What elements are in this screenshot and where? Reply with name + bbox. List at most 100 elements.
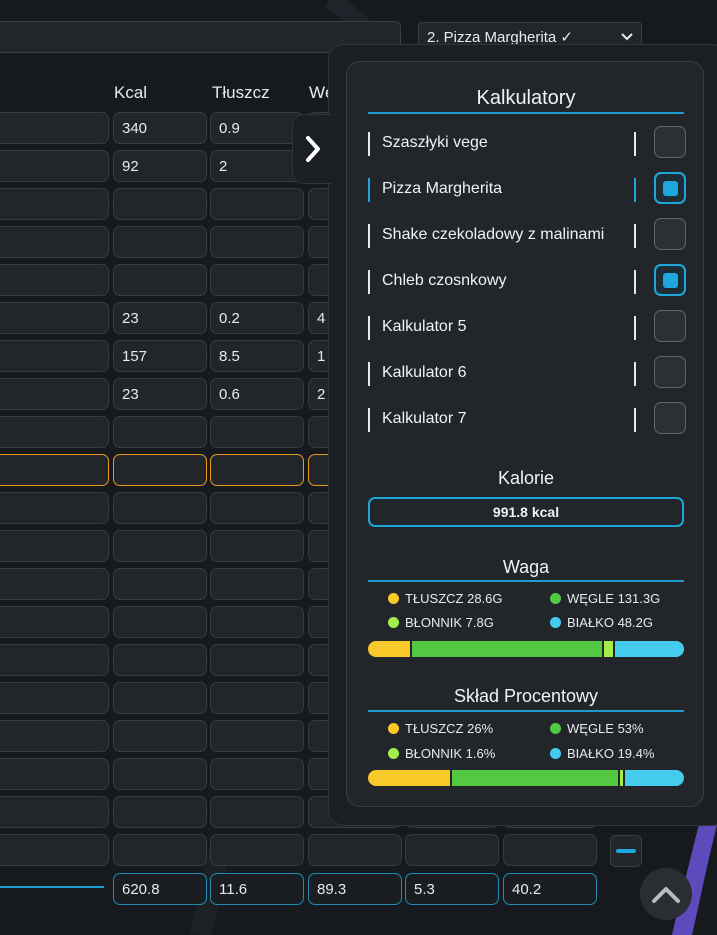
- calculator-checkbox[interactable]: [654, 218, 686, 250]
- table-cell-fat[interactable]: [210, 644, 304, 676]
- table-cell-kcal[interactable]: [113, 188, 207, 220]
- table-cell-fat[interactable]: 0.6: [210, 378, 304, 410]
- table-cell-kcal[interactable]: [113, 568, 207, 600]
- calculator-item[interactable]: Chleb czosnkowy: [368, 264, 686, 300]
- table-cell-kcal[interactable]: [113, 606, 207, 638]
- calculator-checkbox[interactable]: [654, 310, 686, 342]
- table-cell-name[interactable]: [0, 416, 109, 448]
- table-cell-name[interactable]: [0, 796, 109, 828]
- table-cell-fat[interactable]: 8.5: [210, 340, 304, 372]
- table-cell-kcal[interactable]: [113, 720, 207, 752]
- calculator-checkbox[interactable]: [654, 356, 686, 388]
- drawer-toggle-button[interactable]: [292, 114, 332, 184]
- item-left-marker: [368, 316, 370, 340]
- table-cell-name[interactable]: [0, 112, 109, 144]
- table-cell-name[interactable]: [0, 606, 109, 638]
- table-cell-fat[interactable]: [210, 682, 304, 714]
- table-cell-fat[interactable]: [210, 758, 304, 790]
- weight-title: Waga: [502, 557, 550, 577]
- table-cell-kcal[interactable]: [113, 758, 207, 790]
- table-cell-name[interactable]: [0, 188, 109, 220]
- table-cell-name[interactable]: [0, 454, 109, 486]
- calculator-item[interactable]: Szaszłyki vege: [368, 126, 686, 162]
- table-cell-fat[interactable]: 2: [210, 150, 304, 182]
- remove-row-button[interactable]: [610, 835, 642, 867]
- table-cell-name[interactable]: [0, 340, 109, 372]
- table-cell-name[interactable]: [0, 226, 109, 258]
- table-cell-kcal[interactable]: [113, 416, 207, 448]
- table-cell-fat[interactable]: [210, 568, 304, 600]
- table-cell-fat[interactable]: [210, 720, 304, 752]
- percent-underline: [368, 710, 684, 712]
- table-cell-fat[interactable]: [210, 796, 304, 828]
- table-cell-protein[interactable]: [503, 834, 597, 866]
- item-right-marker: [634, 178, 636, 202]
- table-cell-name[interactable]: [0, 568, 109, 600]
- table-cell-fat[interactable]: [210, 188, 304, 220]
- total-fat: 11.6: [210, 873, 304, 905]
- carbs-segment: [409, 641, 603, 657]
- table-cell-name[interactable]: [0, 758, 109, 790]
- table-cell-fat[interactable]: [210, 492, 304, 524]
- table-cell-kcal[interactable]: [113, 796, 207, 828]
- table-cell-kcal[interactable]: [113, 492, 207, 524]
- table-cell-fat[interactable]: [210, 416, 304, 448]
- weight-legend-protein: BIAŁKO 48.2G: [550, 615, 653, 630]
- calculator-checkbox[interactable]: [654, 264, 686, 296]
- table-cell-kcal[interactable]: [113, 682, 207, 714]
- table-cell-name[interactable]: [0, 492, 109, 524]
- total-carbs: 89.3: [308, 873, 402, 905]
- item-left-marker: [368, 132, 370, 156]
- table-cell-name[interactable]: [0, 264, 109, 296]
- calculator-item[interactable]: Shake czekoladowy z malinami: [368, 218, 686, 254]
- table-cell-name[interactable]: [0, 302, 109, 334]
- table-cell-fat[interactable]: 0.9: [210, 112, 304, 144]
- weight-legend-fiber: BŁONNIK 7.8G: [388, 615, 494, 630]
- table-cell-fat[interactable]: [210, 264, 304, 296]
- calculator-item-label: Chleb czosnkowy: [382, 272, 507, 289]
- table-cell-fat[interactable]: [210, 530, 304, 562]
- calculator-item[interactable]: Pizza Margherita: [368, 172, 686, 208]
- table-cell-kcal[interactable]: [113, 834, 207, 866]
- table-cell-fat[interactable]: [210, 834, 304, 866]
- table-cell-kcal[interactable]: 23: [113, 378, 207, 410]
- table-cell-kcal[interactable]: 340: [113, 112, 207, 144]
- calculator-item[interactable]: Kalkulator 6: [368, 356, 686, 392]
- calculator-checkbox[interactable]: [654, 172, 686, 204]
- table-cell-name[interactable]: [0, 644, 109, 676]
- calculator-item-label: Kalkulator 6: [382, 364, 467, 381]
- fat-segment: [368, 641, 410, 657]
- table-cell-kcal[interactable]: 92: [113, 150, 207, 182]
- table-cell-name[interactable]: [0, 150, 109, 182]
- table-cell-kcal[interactable]: [113, 644, 207, 676]
- totals-divider: [0, 886, 104, 888]
- weight-legend-carbs: WĘGLE 131.3G: [550, 591, 660, 606]
- table-cell-fat[interactable]: [210, 454, 304, 486]
- table-cell-name[interactable]: [0, 720, 109, 752]
- table-cell-fat[interactable]: 0.2: [210, 302, 304, 334]
- calculator-checkbox[interactable]: [654, 126, 686, 158]
- scroll-to-top-button[interactable]: [640, 868, 692, 920]
- table-cell-fat[interactable]: [210, 226, 304, 258]
- item-right-marker: [634, 408, 636, 432]
- table-cell-kcal[interactable]: 157: [113, 340, 207, 372]
- table-cell-kcal[interactable]: [113, 264, 207, 296]
- calculator-checkbox[interactable]: [654, 402, 686, 434]
- table-cell-name[interactable]: [0, 378, 109, 410]
- table-cell-kcal[interactable]: [113, 530, 207, 562]
- table-cell-name[interactable]: [0, 530, 109, 562]
- calculator-item[interactable]: Kalkulator 7: [368, 402, 686, 438]
- fiber-dot: [388, 748, 399, 759]
- table-cell-kcal[interactable]: [113, 226, 207, 258]
- protein-segment: [613, 641, 684, 657]
- table-cell-kcal[interactable]: [113, 454, 207, 486]
- table-cell-name[interactable]: [0, 834, 109, 866]
- table-cell-fat[interactable]: [210, 606, 304, 638]
- calculator-item-label: Shake czekoladowy z malinami: [382, 226, 605, 243]
- calculator-item[interactable]: Kalkulator 5: [368, 310, 686, 346]
- table-cell-carbs[interactable]: [308, 834, 402, 866]
- percent-stacked-bar: [368, 770, 684, 786]
- table-cell-fiber[interactable]: [405, 834, 499, 866]
- table-cell-name[interactable]: [0, 682, 109, 714]
- table-cell-kcal[interactable]: 23: [113, 302, 207, 334]
